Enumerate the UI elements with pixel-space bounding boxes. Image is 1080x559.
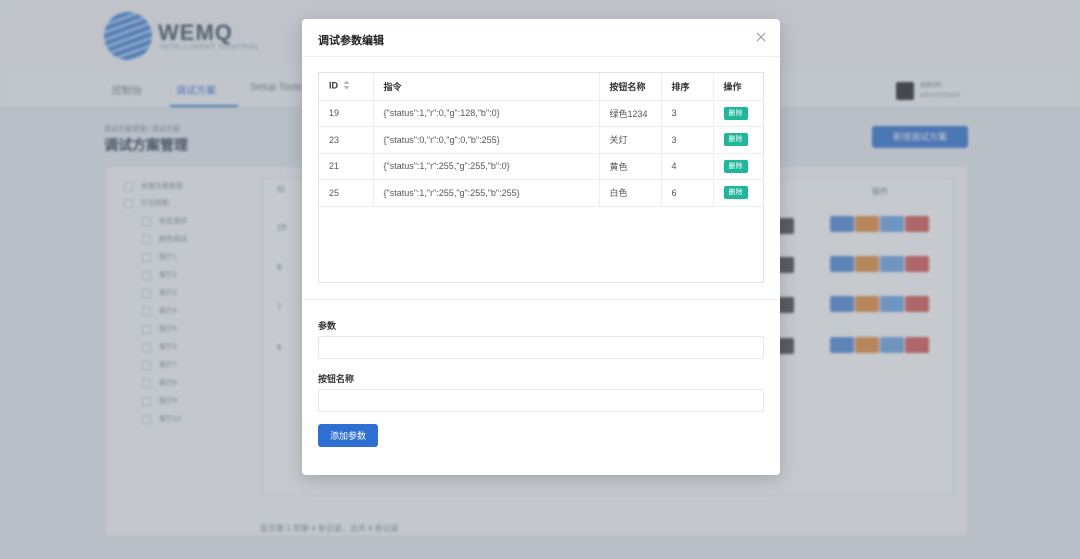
cell-command: {"status":1,"r":0,"g":128,"b":0} xyxy=(372,100,599,127)
param-table: ID 指令 按钮名称 排序 操作 19 {"status":1,"r":0,"g… xyxy=(318,72,764,283)
cell-action: 删除 xyxy=(712,179,763,207)
table-row: 21 {"status":1,"r":255,"g":255,"b":0} 黄色… xyxy=(319,153,763,180)
column-header-action: 操作 xyxy=(712,73,763,101)
cell-button-name: 关灯 xyxy=(598,126,661,154)
close-icon[interactable] xyxy=(754,30,768,44)
param-edit-dialog: 调试参数编辑 ID 指令 按钮名称 排序 操作 19 {"status":1,"… xyxy=(302,19,780,475)
dialog-title: 调试参数编辑 xyxy=(318,35,384,47)
cell-id: 25 xyxy=(319,179,373,207)
cell-id: 21 xyxy=(319,153,373,180)
cell-id: 23 xyxy=(319,126,373,154)
column-header-order: 排序 xyxy=(660,73,713,101)
cell-order: 6 xyxy=(660,179,713,207)
add-param-button[interactable]: 添加参数 xyxy=(318,424,378,447)
cell-order: 4 xyxy=(660,153,713,180)
param-label: 参数 xyxy=(318,321,337,331)
delete-button[interactable]: 删除 xyxy=(723,133,748,147)
table-header-row: ID 指令 按钮名称 排序 操作 xyxy=(319,73,763,101)
table-row: 25 {"status":1,"r":255,"g":255,"b":255} … xyxy=(319,179,763,207)
cell-action: 删除 xyxy=(712,100,763,127)
delete-button[interactable]: 删除 xyxy=(723,159,748,173)
table-row: 23 {"status":0,"r":0,"g":0,"b":255} 关灯 3… xyxy=(319,126,763,154)
table-row: 19 {"status":1,"r":0,"g":128,"b":0} 绿色12… xyxy=(319,100,763,127)
sort-icon[interactable] xyxy=(343,80,350,92)
delete-button[interactable]: 删除 xyxy=(723,186,748,200)
cell-command: {"status":1,"r":255,"g":255,"b":0} xyxy=(372,153,599,180)
delete-button[interactable]: 删除 xyxy=(723,106,748,120)
column-header-button-name: 按钮名称 xyxy=(598,73,661,101)
cell-command: {"status":1,"r":255,"g":255,"b":255} xyxy=(372,179,599,207)
dialog-header: 调试参数编辑 xyxy=(302,19,780,57)
divider xyxy=(302,299,780,300)
cell-button-name: 黄色 xyxy=(598,153,661,180)
cell-button-name: 绿色1234 xyxy=(598,100,661,127)
cell-order: 3 xyxy=(660,100,713,127)
param-input[interactable] xyxy=(318,336,764,359)
cell-id: 19 xyxy=(319,100,373,127)
column-header-label: ID xyxy=(329,80,338,91)
cell-order: 3 xyxy=(660,126,713,154)
cell-button-name: 白色 xyxy=(598,179,661,207)
cell-command: {"status":0,"r":0,"g":0,"b":255} xyxy=(372,126,599,154)
cell-action: 删除 xyxy=(712,153,763,180)
button-name-label: 按钮名称 xyxy=(318,374,355,384)
column-header-id[interactable]: ID xyxy=(319,73,373,101)
button-name-input[interactable] xyxy=(318,389,764,412)
cell-action: 删除 xyxy=(712,126,763,154)
column-header-command: 指令 xyxy=(372,73,599,101)
